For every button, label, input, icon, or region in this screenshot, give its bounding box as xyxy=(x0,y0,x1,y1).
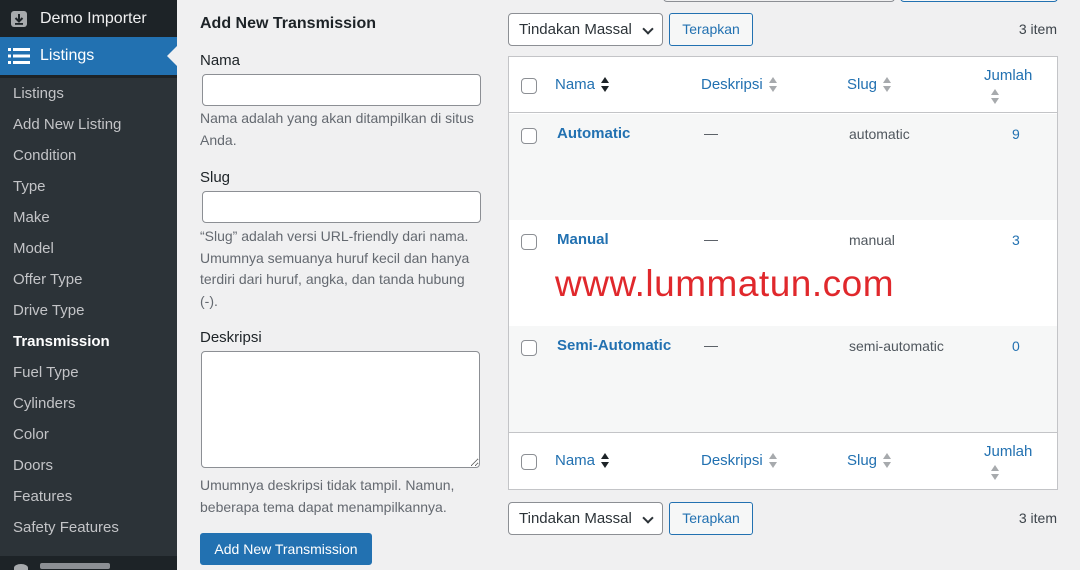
menu-demo-importer-label: Demo Importer xyxy=(40,10,147,27)
row-checkbox[interactable] xyxy=(521,234,537,250)
bulk-actions-select-label: Tindakan Massal xyxy=(519,21,632,38)
row-checkbox[interactable] xyxy=(521,340,537,356)
bulk-actions-select-label: Tindakan Massal xyxy=(519,510,632,527)
column-footer-slug[interactable]: Slug xyxy=(847,452,892,469)
column-header-description[interactable]: Deskripsi xyxy=(701,76,777,93)
column-count-label: Jumlah xyxy=(984,443,1033,460)
term-name-link[interactable]: Automatic xyxy=(557,125,630,142)
sort-icon xyxy=(883,77,892,93)
watermark-text: www.lummatun.com xyxy=(555,263,895,304)
chevron-down-icon xyxy=(642,512,654,524)
column-slug-label: Slug xyxy=(847,452,878,469)
sort-icon xyxy=(991,89,999,105)
table-row: Semi-Automatic — semi-automatic 0 xyxy=(509,326,1057,432)
menu-listings-label: Listings xyxy=(40,47,95,64)
term-description: — xyxy=(704,125,718,141)
term-slug: automatic xyxy=(849,126,910,142)
sort-icon xyxy=(601,453,610,469)
items-count-bottom: 3 item xyxy=(1018,510,1057,526)
sidebar-item-safety-features[interactable]: Safety Features xyxy=(0,512,177,543)
slug-label: Slug xyxy=(200,169,231,186)
items-count-top: 3 item xyxy=(1018,21,1057,37)
column-description-label: Deskripsi xyxy=(701,452,763,469)
admin-sidebar: Demo Importer Listings Listings Add New … xyxy=(0,0,177,570)
sidebar-item-doors[interactable]: Doors xyxy=(0,450,177,481)
sidebar-item-make[interactable]: Make xyxy=(0,202,177,233)
apply-button-bottom[interactable]: Terapkan xyxy=(669,502,753,535)
sidebar-item-color[interactable]: Color xyxy=(0,419,177,450)
sidebar-item-model[interactable]: Model xyxy=(0,233,177,264)
listings-submenu: Listings Add New Listing Condition Type … xyxy=(0,78,177,556)
description-label: Deskripsi xyxy=(200,329,262,346)
slug-input[interactable] xyxy=(202,191,481,223)
sidebar-item-type[interactable]: Type xyxy=(0,171,177,202)
term-slug: manual xyxy=(849,232,895,248)
sidebar-next-menu[interactable] xyxy=(0,556,177,570)
column-count-label: Jumlah xyxy=(984,67,1033,84)
table-footer: Nama Deskripsi Slug Jumlah xyxy=(509,432,1057,488)
row-checkbox[interactable] xyxy=(521,128,537,144)
name-help: Nama adalah yang akan ditampilkan di sit… xyxy=(200,110,474,148)
term-count-link[interactable]: 9 xyxy=(1012,126,1020,142)
add-new-transmission-button[interactable]: Add New Transmission xyxy=(200,533,372,565)
menu-label-cropped xyxy=(40,563,110,569)
term-name-link[interactable]: Semi-Automatic xyxy=(557,337,671,354)
search-button-cropped[interactable] xyxy=(900,0,1058,2)
column-header-count[interactable]: Jumlah xyxy=(984,67,1032,84)
term-description: — xyxy=(704,337,718,353)
term-name-link[interactable]: Manual xyxy=(557,231,609,248)
apply-button-top[interactable]: Terapkan xyxy=(669,13,753,46)
sidebar-item-add-new-listing[interactable]: Add New Listing xyxy=(0,109,177,140)
sort-icon xyxy=(768,77,777,93)
select-all-checkbox[interactable] xyxy=(521,78,537,94)
sidebar-item-transmission[interactable]: Transmission xyxy=(0,326,177,357)
column-description-label: Deskripsi xyxy=(701,76,763,93)
name-label: Nama xyxy=(200,52,241,69)
sidebar-item-offer-type[interactable]: Offer Type xyxy=(0,264,177,295)
menu-icon xyxy=(14,564,28,570)
column-name-label: Nama xyxy=(555,452,596,469)
sort-icon xyxy=(601,77,610,93)
menu-demo-importer[interactable]: Demo Importer xyxy=(0,0,177,38)
term-count-link[interactable]: 0 xyxy=(1012,338,1020,354)
list-icon xyxy=(8,45,30,67)
sort-icon xyxy=(883,453,892,469)
column-slug-label: Slug xyxy=(847,76,878,93)
sort-icon xyxy=(768,453,777,469)
sidebar-item-condition[interactable]: Condition xyxy=(0,140,177,171)
column-header-name[interactable]: Nama xyxy=(555,76,610,93)
column-footer-description[interactable]: Deskripsi xyxy=(701,452,777,469)
term-count-link[interactable]: 3 xyxy=(1012,232,1020,248)
column-name-label: Nama xyxy=(555,76,596,93)
form-title: Add New Transmission xyxy=(200,15,377,32)
table-row: Automatic — automatic 9 xyxy=(509,114,1057,220)
chevron-down-icon xyxy=(642,23,654,35)
bulk-actions-select-top[interactable]: Tindakan Massal xyxy=(508,13,663,46)
description-textarea[interactable] xyxy=(201,351,480,468)
sidebar-item-listings[interactable]: Listings xyxy=(0,78,177,109)
term-description: — xyxy=(704,231,718,247)
column-footer-count[interactable]: Jumlah xyxy=(984,443,1032,460)
column-footer-name[interactable]: Nama xyxy=(555,452,610,469)
sidebar-item-features[interactable]: Features xyxy=(0,481,177,512)
table-header: Nama Deskripsi Slug Jumlah xyxy=(509,57,1057,113)
sidebar-item-cylinders[interactable]: Cylinders xyxy=(0,388,177,419)
bulk-actions-select-bottom[interactable]: Tindakan Massal xyxy=(508,502,663,535)
column-header-slug[interactable]: Slug xyxy=(847,76,892,93)
sort-icon xyxy=(991,465,999,481)
search-input-cropped[interactable] xyxy=(663,0,895,2)
description-help: Umumnya deskripsi tidak tampil. Namun, b… xyxy=(200,477,455,515)
select-all-checkbox-bottom[interactable] xyxy=(521,454,537,470)
sidebar-item-fuel-type[interactable]: Fuel Type xyxy=(0,357,177,388)
menu-listings[interactable]: Listings xyxy=(0,37,177,75)
term-slug: semi-automatic xyxy=(849,338,944,354)
download-icon xyxy=(8,8,30,30)
slug-help: “Slug” adalah versi URL-friendly dari na… xyxy=(200,228,470,309)
sidebar-item-drive-type[interactable]: Drive Type xyxy=(0,295,177,326)
name-input[interactable] xyxy=(202,74,481,106)
